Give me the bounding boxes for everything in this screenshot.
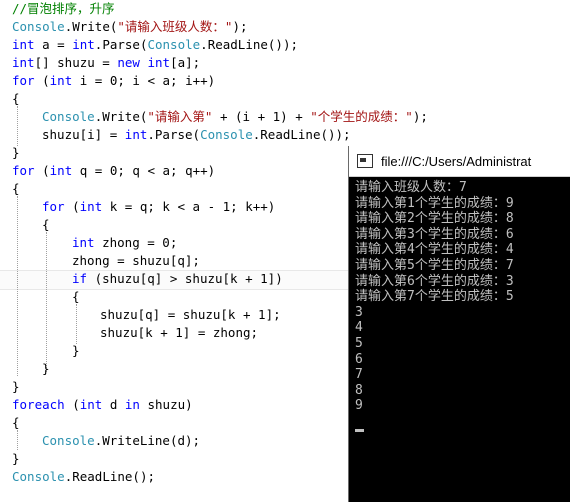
console-output-line: 4 [355,320,363,336]
code-line: } [12,451,20,466]
code-line: } [42,361,50,376]
code-line: if (shuzu[q] > shuzu[k + 1]) [72,271,283,286]
code-line: } [12,379,20,394]
console-cursor [355,429,364,432]
code-line: Console.Write("请输入班级人数："); [12,19,248,34]
indent-guide [17,430,18,450]
code-line: int[] shuzu = new int[a]; [12,55,201,70]
indent-guide [46,232,47,372]
console-title: file:///C:/Users/Administrat [381,153,532,169]
console-output-line: 请输入第4个学生的成绩：4 [355,242,514,258]
console-output-line: 6 [355,351,363,367]
console-output-line: 请输入第2个学生的成绩：8 [355,211,514,227]
code-line: for (int i = 0; i < a; i++) [12,73,216,88]
indent-guide [76,304,77,344]
console-output-line: 7 [355,367,363,383]
code-line: shuzu[q] = shuzu[k + 1]; [100,307,281,322]
console-output-line: 请输入第3个学生的成绩：6 [355,226,514,242]
code-line: int a = int.Parse(Console.ReadLine()); [12,37,299,52]
code-line: shuzu[k + 1] = zhong; [100,325,259,340]
console-output: 请输入班级人数：7 请输入第1个学生的成绩：9 请输入第2个学生的成绩：8 请输入第3… [355,180,514,414]
console-output-line: 请输入班级人数：7 [355,180,467,195]
console-output-line: 请输入第1个学生的成绩：9 [355,195,514,211]
console-output-line: 9 [355,398,363,414]
code-line: for (int k = q; k < a - 1; k++) [42,199,276,214]
console-output-line: 8 [355,382,363,398]
code-line: { [72,289,80,304]
code-line: } [12,145,20,160]
code-line: Console.ReadLine(); [12,469,155,484]
code-line: { [42,217,50,232]
console-output-line: 请输入第6个学生的成绩：3 [355,273,514,289]
code-line: zhong = shuzu[q]; [72,253,200,268]
indent-guide [17,106,18,146]
code-line: Console.WriteLine(d); [42,433,201,448]
console-titlebar[interactable]: file:///C:/Users/Administrat [349,146,570,177]
console-app-icon [357,154,373,168]
code-line: Console.Write("请输入第" + (i + 1) + "个学生的成绩… [42,109,428,124]
console-output-line: 5 [355,335,363,351]
console-window[interactable]: file:///C:/Users/Administrat 请输入班级人数：7 请输… [348,146,570,502]
code-line: foreach (int d in shuzu) [12,397,193,412]
console-output-line: 请输入第5个学生的成绩：7 [355,257,514,273]
code-line: } [72,343,80,358]
code-line: { [12,415,20,430]
code-line: { [12,181,20,196]
code-line: for (int q = 0; q < a; q++) [12,163,216,178]
code-comment: //冒泡排序，升序 [12,1,115,16]
indent-guide [17,196,18,376]
console-output-line: 请输入第7个学生的成绩：5 [355,289,514,305]
console-output-line: 3 [355,304,363,320]
code-line: int zhong = 0; [72,235,178,250]
code-line: shuzu[i] = int.Parse(Console.ReadLine())… [42,127,351,142]
code-line: { [12,91,20,106]
